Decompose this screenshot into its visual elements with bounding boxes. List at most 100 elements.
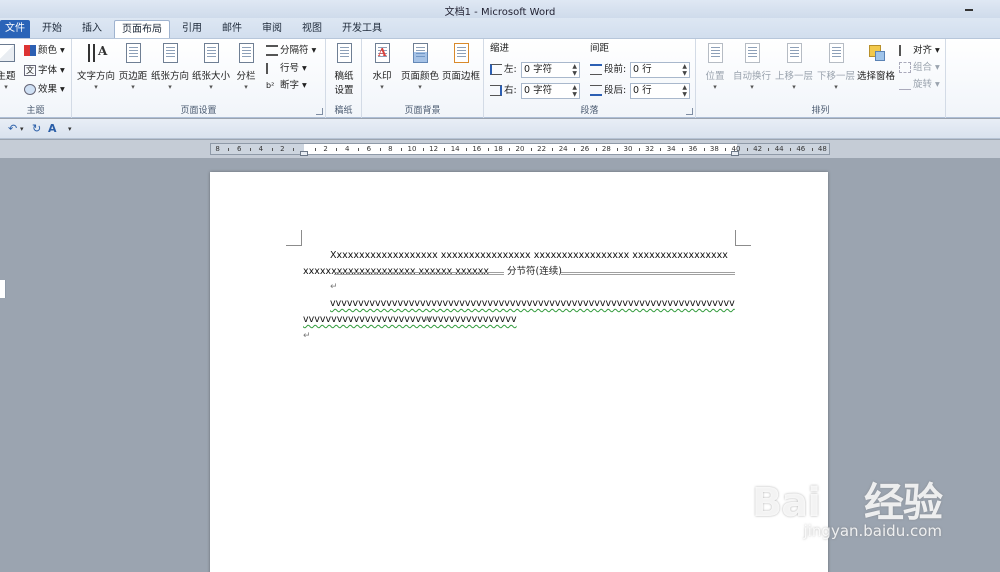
spacing-after-icon [590, 85, 602, 96]
indent-left-icon [490, 64, 502, 75]
section-break-continuous[interactable]: 分节符(连续) [303, 264, 735, 280]
tab-file[interactable]: 文件 [0, 20, 30, 38]
align-button[interactable]: 对齐 ▾ [899, 43, 940, 59]
group-label-page-setup: 页面设置 [180, 106, 217, 116]
paragraph-launcher-icon[interactable] [686, 108, 693, 115]
ruler-tick [509, 148, 511, 151]
ruler-tick [336, 148, 338, 151]
page-setup-launcher-icon[interactable] [316, 108, 323, 115]
tab-home[interactable]: 开始 [36, 20, 68, 38]
spacing-before-label: 段前: [590, 62, 626, 78]
crop-mark-top-left [286, 230, 302, 246]
bring-forward-button[interactable]: 上移一层 ▾ [774, 42, 814, 91]
horizontal-ruler[interactable]: 8 6 4 2 2 4 6 8 10 12 14 16 18 20 22 24 26 28 30 32 34 36 38 40… [210, 143, 830, 156]
ruler-tick [530, 148, 532, 151]
spinner-arrows-icon[interactable]: ▲ ▼ [682, 63, 687, 77]
undo-icon[interactable]: ↶ [8, 122, 17, 135]
chevron-down-icon: ▾ [4, 83, 8, 91]
breaks-button[interactable]: 分隔符 ▾ [266, 43, 316, 59]
tab-page-layout[interactable]: 页面布局 [114, 20, 170, 38]
chevron-down-icon: ▾ [209, 83, 213, 91]
themes-label: 主题 [0, 71, 16, 82]
theme-effects-button[interactable]: 效果 ▾ [24, 82, 65, 98]
chevron-down-icon: ▾ [792, 83, 796, 91]
position-button[interactable]: 位置 ▾ [700, 42, 730, 91]
ruler-tick [228, 148, 230, 151]
columns-label: 分栏 [236, 71, 256, 82]
tab-insert[interactable]: 插入 [76, 20, 108, 38]
left-indent-marker[interactable] [300, 151, 308, 156]
indent-right-input[interactable]: 0 字符 ▲ ▼ [521, 83, 580, 99]
send-backward-button[interactable]: 下移一层 ▾ [816, 42, 856, 91]
themes-button[interactable]: 主题 ▾ [0, 42, 18, 91]
text-direction-button[interactable]: A 文字方向 ▾ [76, 42, 116, 91]
spacing-before-icon [590, 64, 602, 75]
spinner-arrows-icon[interactable]: ▲ ▼ [572, 84, 577, 98]
tab-mailings[interactable]: 邮件 [216, 20, 248, 38]
baidu-jingyan-watermark: Bai 经验 jingyan.baidu.com [751, 470, 943, 540]
redo-icon[interactable]: ↻ [32, 122, 41, 135]
theme-fonts-button[interactable]: 文字体 ▾ [24, 63, 65, 79]
spacing-title: 间距 [590, 43, 610, 54]
ruler-tick [682, 148, 683, 151]
paragraph-2[interactable]: vvvvvvvvvvvvvvvvvvvvvvvvvvvvvvvvvvvvvvvv… [303, 296, 735, 328]
ruler-number: 12 [429, 145, 439, 153]
ruler-tick [358, 148, 359, 151]
breaks-label: 分隔符 [280, 45, 309, 56]
line-numbers-button[interactable]: 行号 ▾ [266, 61, 307, 77]
align-label: 对齐 [913, 45, 933, 56]
spacing-after-input[interactable]: 0 行 ▲ ▼ [630, 83, 690, 99]
chevron-down-icon: ▾ [834, 83, 838, 91]
ruler-tick [271, 148, 273, 151]
minimize-button[interactable] [960, 2, 978, 14]
page-borders-button[interactable]: 页面边框 [441, 42, 481, 82]
ribbon: 主题 ▾ 颜色 ▾ 文字体 ▾ 效果 ▾ 主题 A 文字方向 ▾ 页边距 ▾ 纸… [0, 38, 1000, 118]
ruler-tick [293, 148, 295, 151]
tab-developer[interactable]: 开发工具 [336, 20, 388, 38]
indent-left-input[interactable]: 0 字符 ▲ ▼ [521, 62, 580, 78]
group-arrange: 位置 ▾ 自动换行 ▾ 上移一层 ▾ 下移一层 ▾ 选择窗格 对齐 ▾ 组合 ▾… [696, 39, 946, 118]
ruler-number: 40 [731, 145, 741, 153]
draft-settings-button[interactable]: 稿纸 设置 [330, 42, 358, 96]
margins-label: 页边距 [118, 71, 148, 82]
tab-view[interactable]: 视图 [296, 20, 328, 38]
theme-colors-button[interactable]: 颜色 ▾ [24, 43, 65, 59]
watermark-url: jingyan.baidu.com [803, 522, 942, 540]
ruler-number: 2 [323, 145, 328, 153]
tab-review[interactable]: 审阅 [256, 20, 288, 38]
columns-button[interactable]: 分栏 ▾ [234, 42, 258, 91]
rotate-button[interactable]: 旋转 ▾ [899, 77, 940, 93]
page-color-button[interactable]: 页面颜色 ▾ [400, 42, 440, 91]
rotate-icon [899, 79, 911, 90]
watermark-button[interactable]: 水印 ▾ [366, 42, 398, 91]
group-objects-button[interactable]: 组合 ▾ [899, 60, 940, 76]
document-page[interactable]: Xxxxxxxxxxxxxxxxxxx xxxxxxxxxxxxxxxx xxx… [210, 172, 828, 572]
paragraph-mark-icon: ↵ [330, 282, 338, 292]
hyphenation-button[interactable]: b² 断字 ▾ [266, 78, 307, 94]
selection-pane-button[interactable]: 选择窗格 [856, 42, 896, 82]
size-button[interactable]: 纸张大小 ▾ [191, 42, 231, 91]
group-draft: 稿纸 设置 稿纸 [326, 39, 362, 118]
selection-pane-icon [865, 42, 887, 66]
themes-icon [0, 42, 17, 66]
orientation-button[interactable]: 纸张方向 ▾ [151, 42, 189, 91]
text-style-icon[interactable]: A [48, 122, 57, 135]
watermark-brand: Bai [751, 480, 821, 526]
margins-button[interactable]: 页边距 ▾ [116, 42, 150, 91]
tab-references[interactable]: 引用 [176, 20, 208, 38]
spinner-arrows-icon[interactable]: ▲ ▼ [682, 84, 687, 98]
selection-pane-label: 选择窗格 [856, 71, 895, 82]
spinner-arrows-icon[interactable]: ▲ ▼ [572, 63, 577, 77]
tab-selector-icon[interactable] [0, 280, 6, 298]
wrap-text-button[interactable]: 自动换行 ▾ [732, 42, 772, 91]
customize-qat-icon[interactable]: ▾ [68, 125, 72, 133]
ruler-tick [314, 148, 316, 151]
ruler-number: 24 [558, 145, 568, 153]
colors-icon [24, 45, 36, 56]
indent-right-text: 右: [504, 85, 517, 96]
chevron-down-icon: ▾ [94, 83, 98, 91]
send-backward-icon [825, 42, 847, 66]
section-break-label: 分节符(连续) [505, 264, 564, 280]
spacing-before-input[interactable]: 0 行 ▲ ▼ [630, 62, 690, 78]
chevron-down-icon[interactable]: ▾ [20, 125, 24, 133]
